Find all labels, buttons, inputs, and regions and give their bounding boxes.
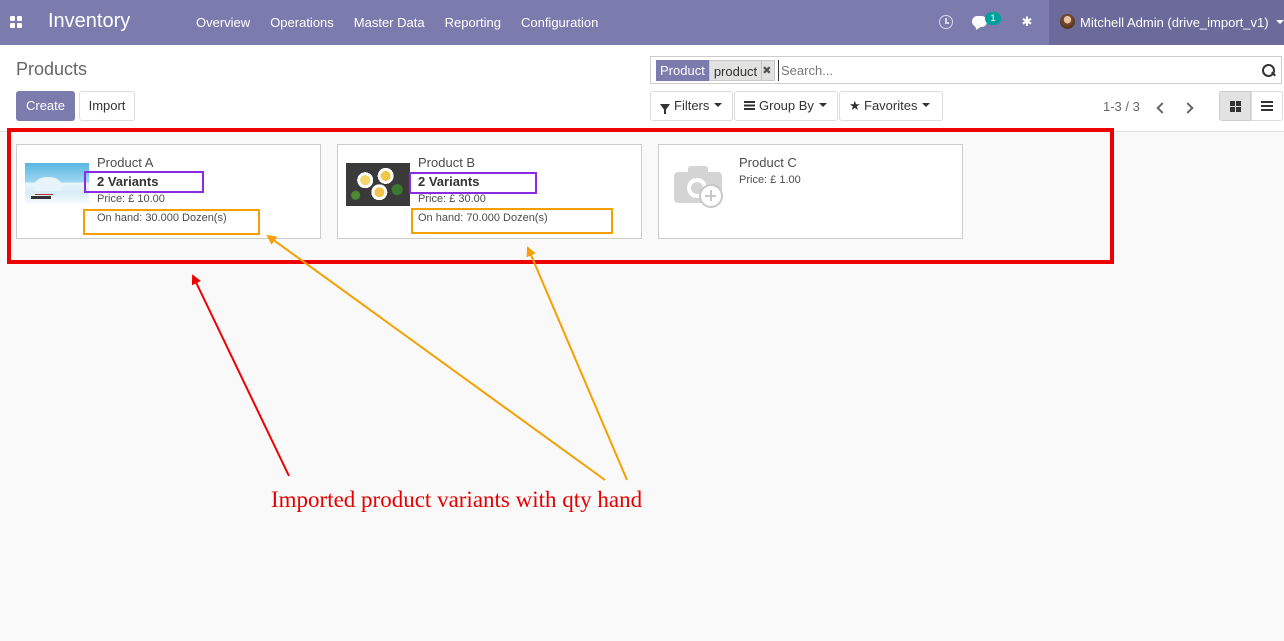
user-name: Mitchell Admin (drive_import_v1) — [1080, 15, 1269, 30]
highlight-box-cards — [7, 128, 1114, 264]
caret-down-icon — [922, 103, 931, 107]
favorites-label: Favorites — [864, 98, 918, 113]
search-icon[interactable] — [1262, 64, 1275, 77]
pager-value[interactable]: 1-3 / 3 — [1103, 99, 1140, 114]
caret-down-icon — [818, 103, 827, 107]
groupby-label: Group By — [759, 98, 814, 113]
list-icon — [1261, 101, 1273, 111]
highlight-box-on-hand — [83, 209, 260, 235]
main-menu: Overview Operations Master Data Reportin… — [186, 0, 608, 45]
list-view-button[interactable] — [1251, 91, 1283, 121]
search-input[interactable] — [778, 60, 1248, 81]
search-facet: Product product ✖ — [656, 60, 776, 81]
highlight-box-variants — [84, 171, 204, 193]
activity-clock-icon[interactable] — [939, 15, 953, 29]
chevron-left-icon[interactable] — [1156, 101, 1166, 113]
highlight-box-on-hand — [411, 208, 613, 234]
filter-icon — [660, 104, 670, 114]
avatar — [1060, 14, 1075, 29]
highlight-box-variants — [409, 172, 537, 194]
debug-bug-icon[interactable]: ✱ — [1021, 15, 1033, 29]
menu-reporting[interactable]: Reporting — [435, 0, 511, 45]
caret-down-icon — [1276, 20, 1284, 24]
bars-icon — [744, 101, 755, 110]
groupby-dropdown[interactable]: Group By — [734, 91, 838, 121]
filters-dropdown[interactable]: Filters — [650, 91, 733, 121]
favorites-dropdown[interactable]: ★ Favorites — [839, 91, 943, 121]
chevron-right-icon[interactable] — [1184, 101, 1194, 113]
caret-down-icon — [714, 103, 723, 107]
breadcrumb: Products — [16, 59, 88, 79]
menu-master-data[interactable]: Master Data — [344, 0, 435, 45]
menu-overview[interactable]: Overview — [186, 0, 260, 45]
facet-remove-icon[interactable]: ✖ — [762, 60, 776, 81]
search-box: Product product ✖ — [650, 56, 1282, 84]
user-menu[interactable]: Mitchell Admin (drive_import_v1) — [1049, 0, 1284, 45]
apps-menu-icon[interactable] — [10, 16, 22, 28]
grid-icon — [1230, 101, 1241, 112]
chat-unread-badge: 1 — [985, 12, 1001, 25]
control-panel: Products Create Import Product product ✖… — [0, 45, 1284, 132]
facet-label: Product — [656, 60, 709, 81]
app-brand[interactable]: Inventory — [48, 10, 130, 33]
top-navbar: Inventory Overview Operations Master Dat… — [0, 0, 1284, 45]
create-button[interactable]: Create — [16, 91, 75, 121]
star-icon: ★ — [849, 98, 861, 113]
filters-label: Filters — [674, 98, 710, 113]
kanban-view-button[interactable] — [1219, 91, 1251, 121]
facet-value: product — [708, 60, 763, 81]
import-button[interactable]: Import — [79, 91, 135, 121]
menu-operations[interactable]: Operations — [260, 0, 344, 45]
annotation-caption: Imported product variants with qty hand — [271, 487, 643, 512]
menu-configuration[interactable]: Configuration — [511, 0, 608, 45]
